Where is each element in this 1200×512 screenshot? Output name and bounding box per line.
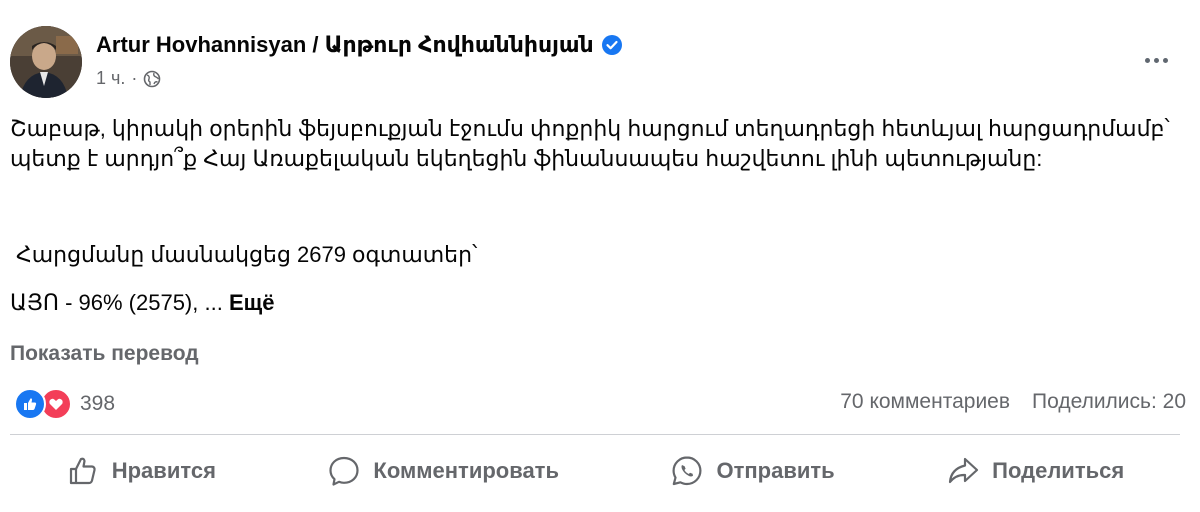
like-reaction-icon (14, 388, 46, 420)
comments-count[interactable]: 70 комментариев (840, 390, 1010, 414)
reactions-summary[interactable]: 398 (14, 388, 115, 420)
post-header: Artur Hovhannisyan / Արթուր Հովհաննիսյան… (10, 26, 1190, 102)
comment-label: Комментировать (373, 458, 559, 483)
post-paragraph-3: ԱՅՈ - 96% (2575), ... Ещё (10, 288, 274, 318)
author-name[interactable]: Artur Hovhannisyan / Արթուր Հովհաննիսյան (96, 32, 594, 58)
action-bar: Нравится Комментировать Отправить Подели… (10, 444, 1180, 498)
send-button[interactable]: Отправить (658, 448, 846, 494)
like-button[interactable]: Нравится (54, 448, 228, 494)
share-button[interactable]: Поделиться (934, 448, 1136, 494)
globe-icon[interactable] (143, 70, 161, 88)
engagement-counts: 70 комментариев Поделились: 20 (840, 390, 1186, 414)
show-translation-link[interactable]: Показать перевод (10, 342, 199, 366)
see-more-link[interactable]: Ещё (229, 290, 274, 315)
post-stats: 398 70 комментариев Поделились: 20 (10, 386, 1186, 426)
more-icon[interactable] (1136, 46, 1176, 74)
avatar[interactable] (10, 26, 82, 98)
share-label: Поделиться (992, 458, 1125, 483)
post-paragraph-1: Շաբաթ, կիրակի օրերին ֆեյսբուքյան էջումս … (10, 116, 1170, 171)
verified-badge-icon (601, 35, 622, 55)
post-paragraph-2: Հարցմանը մասնակցեց 2679 օգտատեր՝ (16, 242, 478, 267)
whatsapp-icon (672, 456, 702, 486)
divider (10, 434, 1180, 435)
shares-count[interactable]: Поделились: 20 (1032, 390, 1186, 414)
like-label: Нравится (111, 458, 216, 483)
thumbs-up-icon (69, 457, 96, 485)
post-paragraph-3-text: ԱՅՈ - 96% (2575), ... (10, 290, 223, 315)
share-icon (949, 457, 979, 484)
send-label: Отправить (716, 458, 835, 483)
post-time[interactable]: 1 ч. (96, 68, 125, 89)
author-name-line: Artur Hovhannisyan / Արթուր Հովհաննիսյան (96, 32, 622, 58)
comment-button[interactable]: Комментировать (315, 448, 571, 494)
comment-icon (329, 456, 359, 486)
meta-separator: · (131, 68, 138, 88)
reactions-count: 398 (80, 392, 116, 415)
post-meta: 1 ч. · (96, 68, 161, 89)
